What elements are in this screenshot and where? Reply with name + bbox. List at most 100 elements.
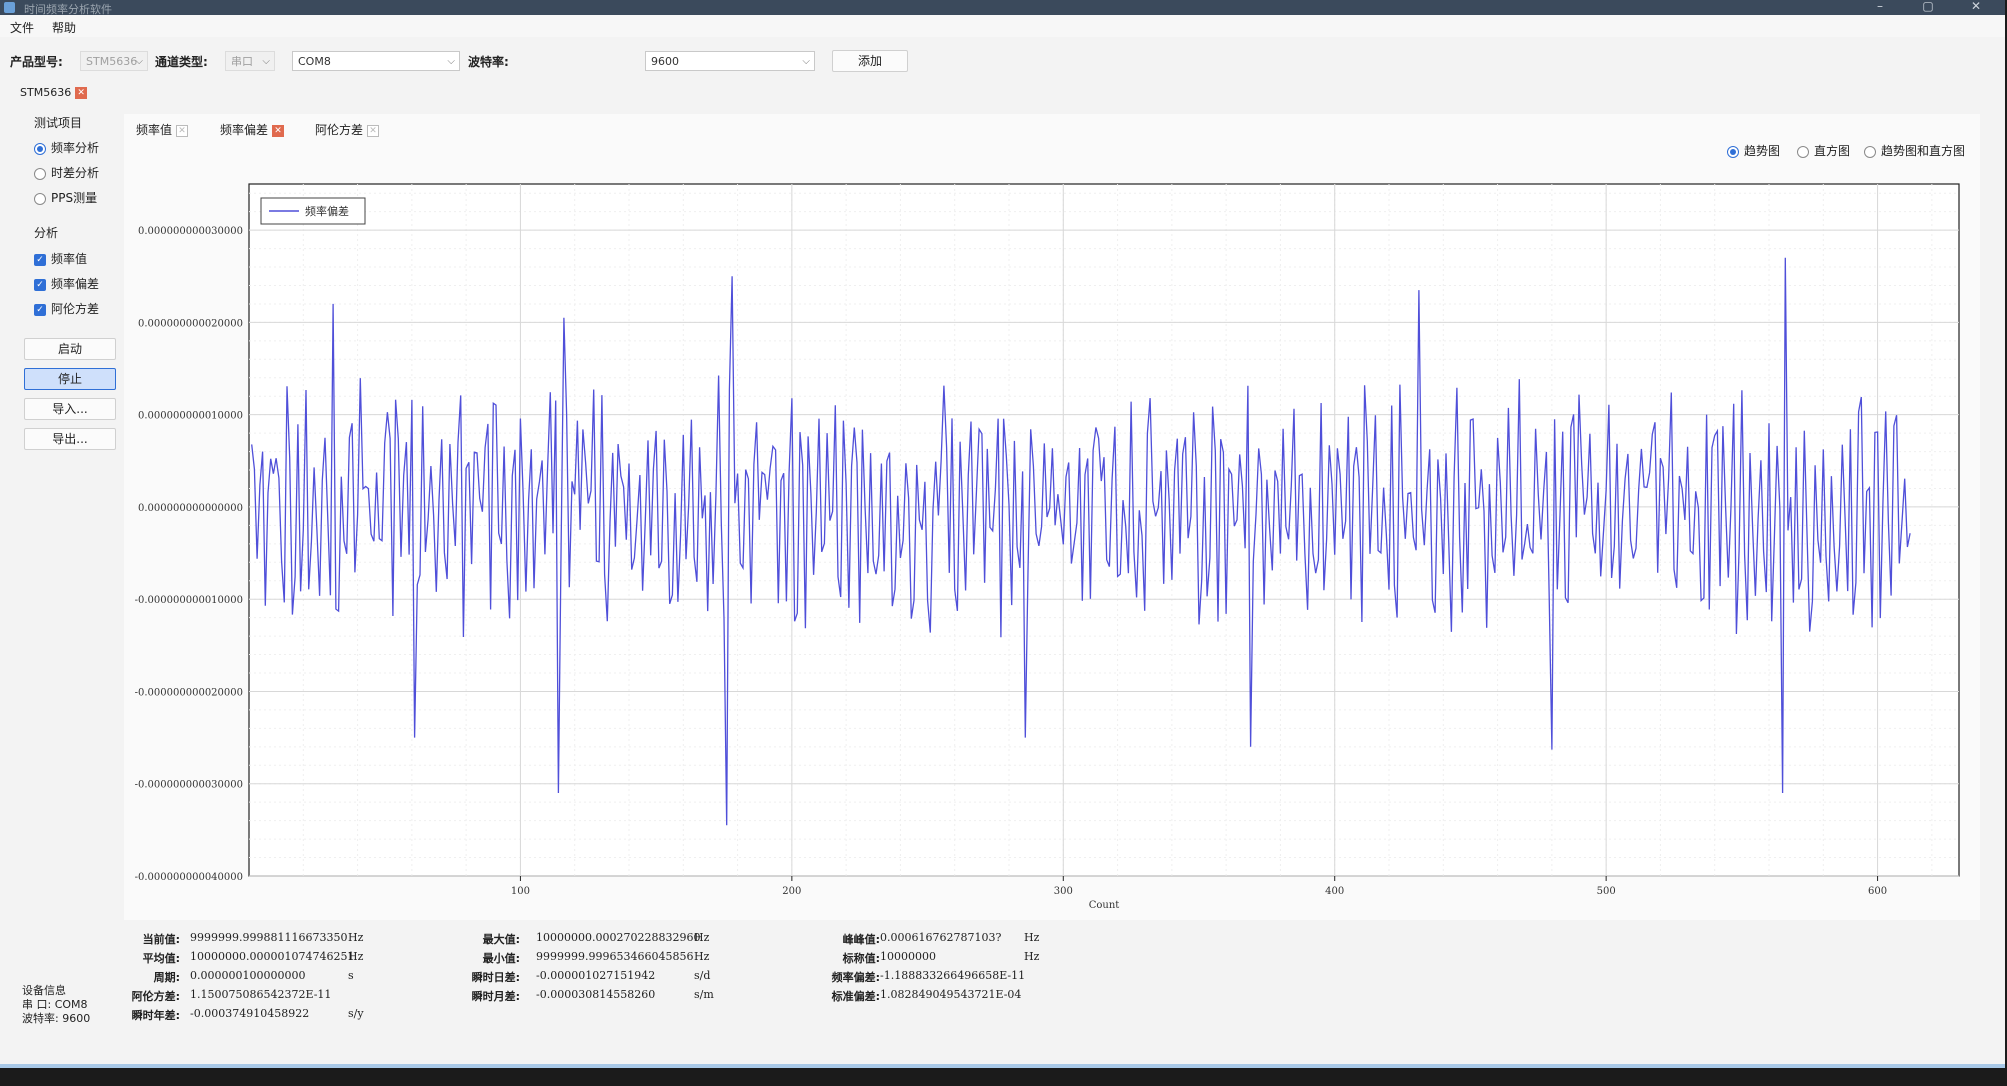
frequency-deviation-chart: 0.000000000030000 0.000000000020000 0.0000…: [135, 183, 1960, 911]
stop-button[interactable]: 停止: [24, 368, 116, 390]
x-tick-label: 500: [1597, 886, 1616, 897]
stat-value: -0.000001027151942: [536, 969, 656, 982]
stat-value: 9999999.999881116673350: [190, 931, 348, 944]
stat-unit: Hz: [1024, 950, 1040, 963]
checkbox-icon: ✓: [34, 303, 46, 316]
y-tick-label: 0.000000000000000: [138, 503, 243, 514]
device-baud: 波特率: 9600: [22, 1012, 91, 1025]
check-frequency-deviation[interactable]: ✓ 频率偏差: [34, 275, 99, 292]
port-select[interactable]: COM8 ⌵: [292, 51, 460, 71]
x-tick-label: 100: [511, 886, 530, 897]
x-tick-label: 200: [782, 886, 801, 897]
checkbox-label: 频率值: [51, 252, 88, 266]
x-tick-label: 600: [1868, 886, 1887, 897]
channel-select[interactable]: 串口 ⌵: [225, 51, 275, 71]
stat-unit: Hz: [694, 950, 710, 963]
legend-label: 频率偏差: [305, 204, 349, 218]
view-histogram-radio[interactable]: 直方图: [1797, 142, 1850, 159]
document-tab-label: STM5636: [20, 86, 72, 99]
stat-label: 周期:: [153, 971, 180, 984]
product-select[interactable]: STM5636 ⌵: [80, 51, 148, 71]
y-tick-label: -0.000000000020000: [135, 687, 243, 698]
radio-label: 直方图: [1814, 144, 1851, 158]
y-tick-label: -0.000000000040000: [135, 872, 243, 883]
baud-select[interactable]: 9600 ⌵: [645, 51, 815, 71]
chevron-down-icon: ⌵: [802, 56, 810, 67]
close-icon[interactable]: ✕: [176, 124, 189, 137]
stat-value: 0.000616762787103?: [880, 931, 1002, 944]
channel-label: 通道类型:: [155, 55, 208, 69]
channel-value: 串口: [231, 55, 253, 68]
stat-value: 1.082849049543721E-04: [880, 988, 1022, 1001]
check-frequency-value[interactable]: ✓ 频率值: [34, 250, 87, 267]
radio-icon: [1797, 145, 1809, 158]
stat-label: 阿伦方差:: [131, 990, 180, 1003]
tab-allan-variance[interactable]: 阿伦方差 ✕: [315, 121, 380, 139]
radio-label: 趋势图: [1744, 144, 1781, 158]
maximize-button[interactable]: ▢: [1908, 0, 1948, 15]
y-tick-label: -0.000000000030000: [135, 780, 243, 791]
stat-label: 标准偏差:: [831, 990, 880, 1003]
stat-unit: Hz: [1024, 931, 1040, 944]
stat-label: 平均值:: [142, 952, 180, 965]
import-button[interactable]: 导入...: [24, 398, 116, 420]
view-trend-radio[interactable]: 趋势图: [1727, 142, 1780, 159]
close-icon[interactable]: ✕: [367, 124, 380, 137]
y-tick-label: 0.000000000020000: [138, 318, 243, 329]
tab-label: 频率值: [136, 123, 173, 137]
radio-icon: [1864, 145, 1876, 158]
close-button[interactable]: ✕: [1956, 0, 1996, 15]
product-value: STM5636: [86, 55, 138, 68]
stat-value: -1.188833266496658E-11: [880, 969, 1026, 982]
stat-value: 10000000: [880, 950, 936, 963]
menu-help[interactable]: 帮助: [52, 19, 76, 36]
radio-icon: [34, 142, 46, 155]
check-allan-variance[interactable]: ✓ 阿伦方差: [34, 300, 99, 317]
stat-unit: s/y: [348, 1007, 364, 1020]
x-tick-label: 300: [1054, 886, 1073, 897]
tab-label: 频率偏差: [220, 123, 269, 137]
stat-unit: s/m: [694, 988, 714, 1001]
stat-label: 频率偏差:: [831, 971, 880, 984]
tab-label: 阿伦方差: [315, 123, 364, 137]
radio-frequency-analysis[interactable]: 频率分析: [34, 139, 99, 156]
stat-value: 0.000000100000000: [190, 969, 306, 982]
radio-label: 时差分析: [51, 166, 100, 180]
radio-label: 趋势图和直方图: [1881, 144, 1966, 158]
menu-file[interactable]: 文件: [10, 19, 34, 36]
stat-unit: s/d: [694, 969, 711, 982]
app-window: 时间频率分析软件 – ▢ ✕ 文件 帮助 产品型号: STM5636 ⌵ 通道类型…: [0, 0, 2005, 1068]
view-trend-histogram-radio[interactable]: 趋势图和直方图: [1864, 142, 1965, 159]
stat-unit: Hz: [348, 931, 364, 944]
chevron-down-icon: ⌵: [447, 56, 455, 67]
close-icon[interactable]: ✕: [75, 87, 88, 99]
screen-bottom: [0, 1068, 2007, 1086]
tab-frequency-value[interactable]: 频率值 ✕: [136, 121, 189, 139]
radio-time-diff-analysis[interactable]: 时差分析: [34, 164, 99, 181]
stat-unit: s: [348, 969, 354, 982]
radio-icon: [1727, 145, 1739, 158]
checkbox-icon: ✓: [34, 253, 46, 266]
port-value: COM8: [298, 55, 331, 68]
export-button[interactable]: 导出...: [24, 428, 116, 450]
tab-frequency-deviation[interactable]: 频率偏差 ✕: [220, 121, 285, 139]
product-label: 产品型号:: [10, 55, 63, 69]
stat-label: 最大值:: [482, 933, 520, 946]
stat-value: -0.000374910458922: [190, 1007, 310, 1020]
stat-label: 瞬时月差:: [471, 990, 520, 1003]
stat-value: 1.150075086542372E-11: [190, 988, 332, 1001]
checkbox-icon: ✓: [34, 278, 46, 291]
start-button[interactable]: 启动: [24, 338, 116, 360]
test-items-title: 测试项目: [34, 116, 83, 130]
document-tab[interactable]: STM5636 ✕: [20, 84, 88, 102]
add-button[interactable]: 添加: [832, 50, 908, 72]
stat-label: 最小值:: [482, 952, 520, 965]
app-icon: [4, 2, 15, 13]
radio-icon: [34, 167, 46, 180]
radio-pps-measure[interactable]: PPS测量: [34, 189, 97, 206]
stat-value: -0.000030814558260: [536, 988, 656, 1001]
minimize-button[interactable]: –: [1860, 0, 1900, 15]
close-icon[interactable]: ✕: [272, 124, 285, 137]
checkbox-label: 阿伦方差: [51, 302, 100, 316]
stat-value: 10000000.000001074746251: [190, 950, 355, 963]
